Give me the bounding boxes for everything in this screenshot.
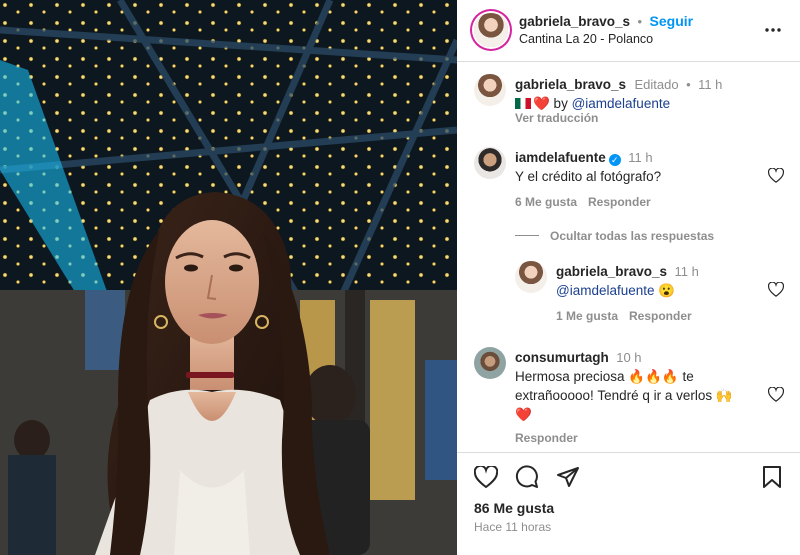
header-separator: • <box>637 14 643 29</box>
mexico-flag-icon <box>515 98 531 109</box>
comment-avatar[interactable] <box>474 347 506 379</box>
caption-edited: Editado <box>634 77 679 92</box>
post-photo <box>0 0 457 555</box>
reply-username[interactable]: gabriela_bravo_s <box>556 264 667 279</box>
share-icon[interactable] <box>556 465 580 489</box>
reply-emoji: 😮 <box>658 283 676 298</box>
header-divider <box>457 61 800 62</box>
comment-reply-button[interactable]: Responder <box>515 431 578 445</box>
hide-replies-button[interactable]: Ocultar todas las respuestas <box>550 229 714 243</box>
post-location[interactable]: Cantina La 20 - Polanco <box>519 32 653 46</box>
post-sidebar: gabriela_bravo_s • Seguir Cantina La 20 … <box>457 0 800 555</box>
caption-time: 11 h <box>698 77 723 92</box>
author-username[interactable]: gabriela_bravo_s <box>519 14 630 29</box>
heart-icon[interactable] <box>474 466 498 488</box>
caption-mention[interactable]: @iamdelafuente <box>572 96 671 111</box>
comment-reply-button[interactable]: Responder <box>588 195 651 209</box>
more-horizontal-icon[interactable] <box>764 21 782 39</box>
caption-meta: gabriela_bravo_s Editado • 11 h <box>515 76 722 94</box>
comment-text: Y el crédito al fotógrafo? <box>515 169 662 184</box>
author-avatar[interactable] <box>474 13 508 47</box>
reply-avatar[interactable] <box>515 261 547 293</box>
comment-avatar[interactable] <box>474 147 506 179</box>
comment-like-icon[interactable] <box>768 387 784 402</box>
caption-separator: • <box>686 77 691 92</box>
verified-badge-icon: ✓ <box>608 154 621 166</box>
reply-time: 11 h <box>674 264 699 279</box>
comment-text-line: Hermosa preciosa 🔥🔥🔥 te <box>515 369 694 384</box>
bookmark-icon[interactable] <box>762 466 782 488</box>
photo-illustration <box>0 0 457 555</box>
comment-text: Hermosa preciosa 🔥🔥🔥 te extrañooooo! Ten… <box>515 367 755 424</box>
comment-likes[interactable]: 6 Me gusta <box>515 195 577 209</box>
caption-text-prefix: ❤️ by <box>533 96 572 111</box>
comment-username[interactable]: consumurtagh <box>515 350 609 365</box>
comment-username[interactable]: iamdelafuente <box>515 150 606 165</box>
comment-icon[interactable] <box>515 465 539 489</box>
reply-like-icon[interactable] <box>768 282 784 297</box>
actions-divider <box>457 452 800 453</box>
post-header: gabriela_bravo_s • Seguir <box>519 13 693 31</box>
comment-text-line: extrañooooo! Tendré q ir a verlos 🙌 <box>515 388 733 403</box>
caption-avatar[interactable] <box>474 74 506 106</box>
reply-text: @iamdelafuente 😮 <box>556 281 675 300</box>
reply-likes[interactable]: 1 Me gusta <box>556 309 618 323</box>
replies-line <box>515 235 539 236</box>
see-translation-button[interactable]: Ver traducción <box>515 111 598 125</box>
comment-text-line: ❤️ <box>515 407 532 422</box>
caption-username[interactable]: gabriela_bravo_s <box>515 77 626 92</box>
comment-meta: consumurtagh 10 h <box>515 349 642 367</box>
likes-count[interactable]: 86 Me gusta <box>474 500 554 516</box>
post-timestamp: Hace 11 horas <box>474 520 552 534</box>
reply-meta: gabriela_bravo_s 11 h <box>556 263 699 281</box>
comment-time: 10 h <box>616 350 642 365</box>
comment-like-icon[interactable] <box>768 168 784 183</box>
follow-button[interactable]: Seguir <box>650 13 694 29</box>
reply-reply-button[interactable]: Responder <box>629 309 692 323</box>
reply-mention[interactable]: @iamdelafuente <box>556 283 655 298</box>
comment-meta: iamdelafuente ✓ 11 h <box>515 149 653 167</box>
comment-time: 11 h <box>628 150 653 165</box>
